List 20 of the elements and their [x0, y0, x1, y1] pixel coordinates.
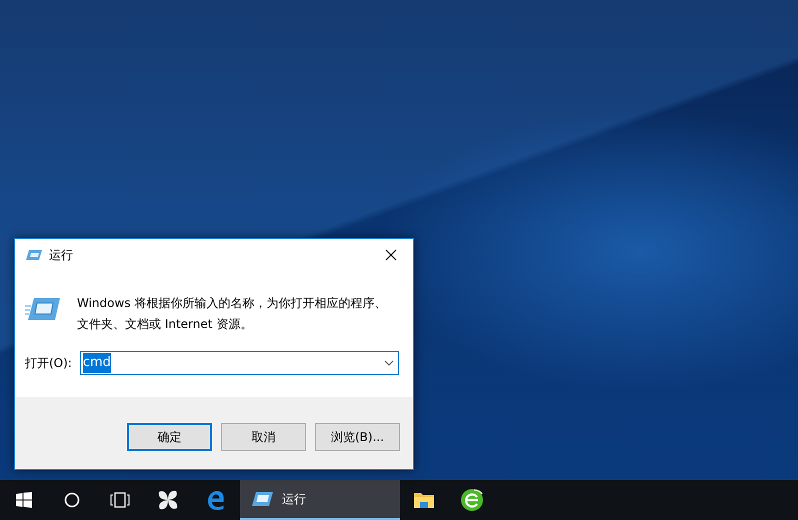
taskbar-window-button[interactable]: 运行: [240, 480, 400, 520]
search-icon: [64, 492, 80, 508]
dialog-button[interactable]: 浏览(B)...: [315, 423, 400, 451]
dropdown-caret-icon[interactable]: [384, 360, 394, 366]
command-combo-box[interactable]: cmd: [80, 351, 399, 375]
run-icon: [25, 297, 61, 321]
pinwheel-icon: [157, 489, 179, 511]
browser-globe-icon: [460, 488, 484, 512]
window-title: 运行: [49, 247, 73, 264]
browser-e-icon: [206, 490, 226, 510]
run-icon: [25, 249, 43, 261]
task-view-icon: [110, 492, 130, 508]
open-label: 打开(O):: [25, 355, 72, 372]
close-icon: [385, 249, 397, 261]
instruction-text: Windows 将根据你所输入的名称，为你打开相应的程序、文件夹、文档或 Internet 资源。: [77, 295, 387, 333]
dialog-button[interactable]: 取消: [221, 423, 306, 451]
dialog-button[interactable]: 确定: [127, 423, 212, 451]
windows-logo-icon: [16, 492, 32, 508]
run-icon: [250, 491, 274, 507]
folder-icon: [413, 491, 435, 509]
